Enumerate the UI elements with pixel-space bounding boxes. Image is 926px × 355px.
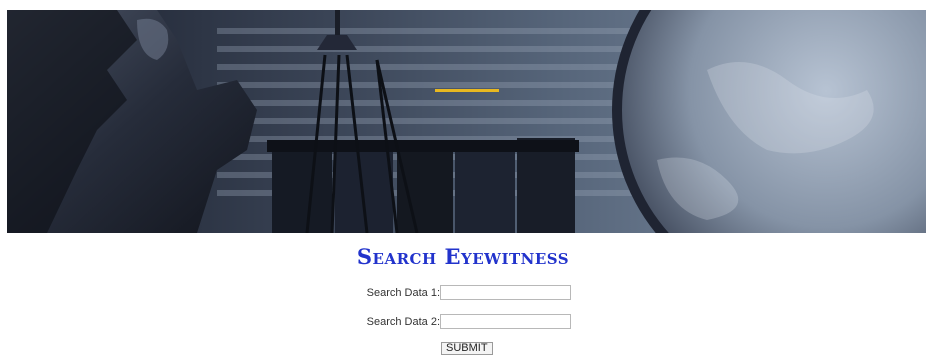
hero-banner-image [7, 10, 926, 233]
page-title: Search Eyewitness [356, 244, 570, 269]
search-data-1-row: Search Data 1: [363, 284, 571, 301]
submit-button[interactable]: SUBMIT [441, 342, 493, 355]
search-data-1-input[interactable] [440, 285, 571, 300]
accent-line [435, 89, 499, 92]
search-data-1-label: Search Data 1: [366, 286, 440, 299]
search-data-2-input[interactable] [440, 314, 571, 329]
hero-banner [7, 10, 926, 233]
search-data-2-label: Search Data 2: [366, 315, 440, 328]
search-data-2-row: Search Data 2: [363, 313, 571, 330]
